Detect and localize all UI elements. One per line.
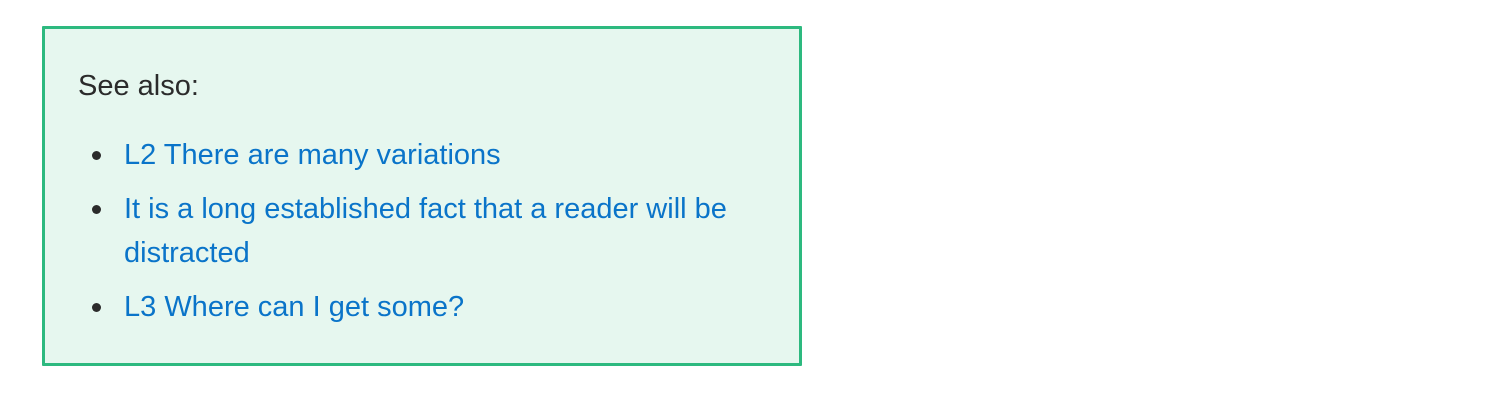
bullet-icon (92, 303, 101, 312)
link-there-are-many-variations[interactable]: L2 There are many variations (124, 139, 501, 171)
bullet-icon (92, 151, 101, 160)
see-also-box: See also: L2 There are many variations I… (42, 26, 802, 366)
link-long-established-fact[interactable]: It is a long established fact that a rea… (124, 193, 727, 269)
list-item: It is a long established fact that a rea… (78, 187, 758, 275)
link-where-can-i-get-some[interactable]: L3 Where can I get some? (124, 291, 464, 323)
see-also-heading: See also: (78, 70, 199, 102)
see-also-links: L2 There are many variations It is a lon… (78, 133, 758, 339)
list-item: L2 There are many variations (78, 133, 758, 177)
bullet-icon (92, 205, 101, 214)
list-item: L3 Where can I get some? (78, 285, 758, 329)
